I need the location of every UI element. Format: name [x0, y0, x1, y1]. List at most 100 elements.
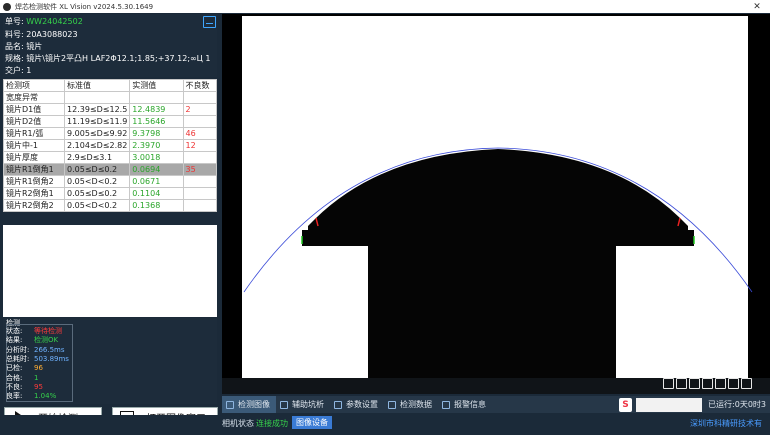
tab-icon	[280, 400, 288, 409]
cell-std: 2.9≤D≤3.1	[64, 151, 131, 164]
table-row[interactable]: 镜片中-1 2.104≤D≤2.82 2.3970 12	[2, 139, 218, 152]
cell-cnt: 46	[182, 127, 218, 140]
company-name: 深圳市科精研技术有	[690, 419, 762, 428]
app-window: 焊芯检测软件 XL Vision v2024.5.30.1649 ✕ 单号: W…	[0, 0, 770, 435]
cell-val: 12.4839	[129, 103, 184, 116]
cell-cnt: 12	[182, 139, 218, 152]
tab-label: 报警信息	[454, 400, 486, 409]
table-row[interactable]: 镜片R2倒角1 0.05≤D≤0.2 0.1104	[2, 187, 218, 200]
camera-status-value: 连接成功	[256, 419, 288, 428]
cell-val: 0.1104	[129, 187, 184, 200]
header-defects: 不良数	[182, 79, 218, 92]
stat-value: 等待检测	[34, 327, 62, 335]
save-image-icon[interactable]	[728, 378, 739, 389]
stat-row: 良率: 1.04%	[6, 391, 56, 401]
table-row[interactable]: 镜片R1倒角1 0.05≤D≤0.2 0.0694 35	[2, 163, 218, 176]
client-value: 1	[26, 66, 32, 75]
table-body: 宽度异常 镜片D1值 12.39≤D≤12.5 12.4839 2 镜片D2值 11.19…	[2, 91, 218, 212]
runtime-text: 已运行:0天0时3	[708, 400, 766, 409]
cell-val: 9.3798	[129, 127, 184, 140]
stat-value: 503.89ms	[34, 354, 69, 363]
cell-item: 镜片厚度	[2, 151, 66, 164]
tab-2[interactable]: 参数设置	[330, 396, 384, 413]
group-label: 宽度异常	[2, 91, 66, 104]
tab-label: 检测图像	[238, 400, 270, 409]
image-device-button[interactable]: 图像设备	[292, 416, 332, 429]
tab-bar-right: S 已运行:0天0时3	[619, 397, 770, 412]
cell-std: 12.39≤D≤12.5	[64, 103, 131, 116]
table-row[interactable]: 镜片R2倒角2 0.05<D<0.2 0.1368	[2, 199, 218, 212]
cell-item: 镜片D2值	[2, 115, 66, 128]
cell-item: 镜片R1/弧	[2, 127, 66, 140]
cell-val: 0.1368	[129, 199, 184, 212]
cell-val: 2.3970	[129, 139, 184, 152]
cell-std: 2.104≤D≤2.82	[64, 139, 131, 152]
spec-row: 规格: 镜片\镜片2平凸H LAF2Φ12.1;1.85;+37.12;∞Ц 1	[5, 53, 217, 64]
client-row: 交户: 1	[5, 65, 31, 76]
tab-label: 参数设置	[346, 400, 378, 409]
bottom-tab-bar: 检测图像 辅助坑析 参数设置 检测数据 报警信息 S 已运行:0天0时3	[222, 396, 770, 413]
cell-std: 0.05≤D≤0.2	[64, 163, 131, 176]
window-title: 焊芯检测软件 XL Vision v2024.5.30.1649	[15, 2, 154, 11]
grid-tool-icon[interactable]	[702, 378, 713, 389]
tab-icon	[334, 400, 342, 409]
ime-logo-icon[interactable]: S	[619, 397, 633, 412]
cell-val: 3.0018	[129, 151, 184, 164]
stat-value: 96	[34, 364, 43, 373]
stat-value: 95	[34, 382, 43, 391]
table-row[interactable]: 镜片D1值 12.39≤D≤12.5 12.4839 2	[2, 103, 218, 116]
cell-val: 0.0671	[129, 175, 184, 188]
table-row[interactable]: 镜片D2值 11.19≤D≤11.9 11.5646	[2, 115, 218, 128]
tab-icon	[442, 400, 450, 409]
cell-cnt: 2	[182, 103, 218, 116]
cell-item: 镜片R1倒角2	[2, 175, 66, 188]
table-row[interactable]: 镜片R1倒角2 0.05<D<0.2 0.0671	[2, 175, 218, 188]
stat-label: 良率:	[6, 392, 23, 401]
material-row: 料号: 20A3088023	[5, 29, 78, 40]
tab-icon	[388, 400, 396, 409]
cell-std: 0.05<D<0.2	[64, 199, 131, 212]
tab-icon	[226, 400, 234, 409]
tab-1[interactable]: 辅助坑析	[276, 396, 330, 413]
settings-gear-icon[interactable]	[741, 378, 752, 389]
app-logo-icon	[3, 2, 11, 11]
cell-item: 镜片R1倒角1	[2, 163, 66, 176]
table-group-row[interactable]: 宽度异常	[2, 91, 218, 104]
product-info-panel: 单号: WW24042502 料号: 20A3088023 品名: 镜片 规格:…	[3, 14, 217, 77]
camera-status-label: 相机状态	[222, 419, 254, 428]
pointer-tool-icon[interactable]	[663, 378, 674, 389]
ime-toolbar[interactable]	[636, 397, 703, 412]
cell-std: 0.05≤D≤0.2	[64, 187, 131, 200]
cell-std: 9.005≤D≤9.92	[64, 127, 131, 140]
tab-0[interactable]: 检测图像	[222, 396, 276, 413]
stat-value: 1	[34, 373, 39, 382]
header-standard: 标准值	[64, 79, 131, 92]
cell-std: 0.05<D<0.2	[64, 175, 131, 188]
stat-value: 1.04%	[34, 392, 57, 401]
crosshair-tool-icon[interactable]	[676, 378, 687, 389]
inspection-image-view[interactable]	[222, 14, 770, 394]
stat-value: 266.5ms	[34, 345, 65, 354]
cell-cnt	[182, 187, 218, 200]
close-icon[interactable]: ✕	[744, 2, 770, 12]
zoom-fit-icon[interactable]	[689, 378, 700, 389]
cell-cnt	[182, 151, 218, 164]
material-label: 料号:	[5, 30, 24, 39]
table-row[interactable]: 镜片厚度 2.9≤D≤3.1 3.0018	[2, 151, 218, 164]
name-row: 品名: 镜片	[5, 41, 42, 52]
tab-list: 检测图像 辅助坑析 参数设置 检测数据 报警信息	[222, 396, 492, 413]
title-bar: 焊芯检测软件 XL Vision v2024.5.30.1649 ✕	[0, 0, 770, 13]
table-header-row: 检测项 标准值 实测值 不良数	[2, 79, 218, 92]
tab-label: 检测数据	[400, 400, 432, 409]
cell-cnt	[182, 199, 218, 212]
stats-panel: 检测 状态: 等待检测 结果: 检测OK 分析时: 266.5ms 总耗时: 503.89ms…	[3, 318, 217, 404]
save-icon[interactable]	[203, 16, 216, 28]
table-empty-area	[3, 225, 217, 317]
cell-val: 0.0694	[129, 163, 184, 176]
tab-3[interactable]: 检测数据	[384, 396, 438, 413]
cell-cnt	[182, 175, 218, 188]
tab-4[interactable]: 报警信息	[438, 396, 492, 413]
status-bar: 相机状态 连接成功 图像设备 深圳市科精研技术有	[0, 415, 770, 435]
camera-snapshot-icon[interactable]	[715, 378, 726, 389]
table-row[interactable]: 镜片R1/弧 9.005≤D≤9.92 9.3798 46	[2, 127, 218, 140]
